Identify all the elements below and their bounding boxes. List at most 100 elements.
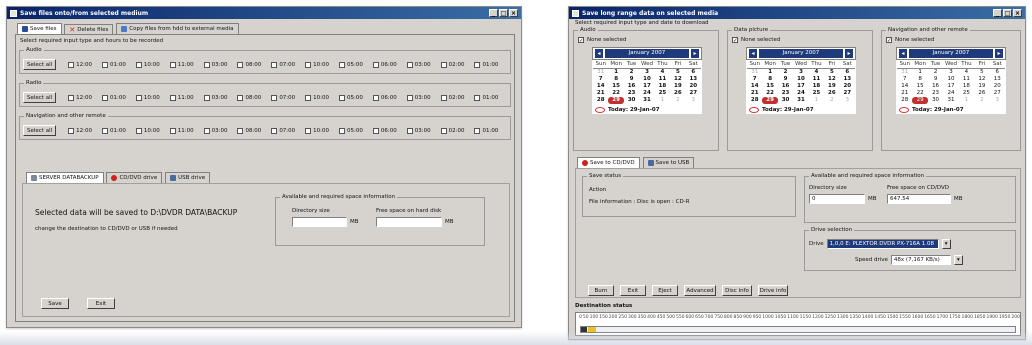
checkbox[interactable]	[203, 127, 210, 134]
time-checkbox[interactable]: 06:00	[372, 94, 397, 101]
save-button[interactable]: Save	[41, 298, 69, 309]
checkbox[interactable]	[102, 94, 109, 101]
time-checkbox[interactable]: 01:00	[102, 61, 126, 68]
time-checkbox[interactable]: 10:00	[135, 94, 160, 101]
time-checkbox[interactable]: 01:00	[474, 94, 498, 101]
checkbox[interactable]	[440, 127, 447, 134]
checkbox[interactable]	[305, 61, 312, 68]
advanced-button[interactable]: Advanced	[684, 285, 716, 296]
time-checkbox[interactable]: 07:00	[271, 94, 295, 101]
current-day[interactable]: 29	[912, 97, 928, 104]
checkbox[interactable]	[474, 127, 481, 134]
time-checkbox[interactable]: 12:00	[68, 61, 92, 68]
checkbox[interactable]	[169, 61, 176, 68]
checkbox[interactable]	[406, 127, 413, 134]
tab-save-to-usb[interactable]: Save to USB	[642, 157, 695, 168]
checkbox[interactable]	[440, 61, 447, 68]
time-checkbox[interactable]: 01:00	[474, 127, 498, 134]
none-selected-checkbox[interactable]: ✓	[886, 37, 892, 44]
tab-save-files[interactable]: Save files	[17, 23, 62, 34]
checkbox[interactable]	[135, 127, 142, 134]
today-link[interactable]: Today: 29-Jan-07	[592, 105, 702, 114]
checkbox[interactable]	[102, 61, 109, 68]
time-checkbox[interactable]: 07:00	[271, 127, 295, 134]
calendar-days[interactable]: Sun Mon Tue Wed Thu Fri Sat 31 1 2 3 4 5 6 7 8 9 10 11 12…	[746, 60, 856, 105]
checkbox[interactable]	[203, 61, 210, 68]
tab-server-databackup[interactable]: SERVER DATABACKUP	[26, 172, 104, 183]
current-day[interactable]: 29	[762, 97, 778, 104]
maximize-button[interactable]: □	[499, 9, 508, 17]
time-checkbox[interactable]: 03:00	[406, 61, 431, 68]
checkbox[interactable]	[169, 127, 176, 134]
checkbox[interactable]	[237, 127, 244, 134]
time-checkbox[interactable]: 03:00	[203, 61, 227, 68]
time-checkbox[interactable]: 12:00	[68, 127, 92, 134]
time-checkbox[interactable]: 03:00	[203, 127, 227, 134]
drive-info-button[interactable]: Drive info	[758, 285, 788, 296]
tab-copy-files[interactable]: Copy files from hdd to external media	[116, 23, 239, 34]
calendar-days[interactable]: Sun Mon Tue Wed Thu Fri Sat 31 1 2 3 4 5 6 7 8 9 10 11 12…	[592, 60, 702, 105]
none-selected-checkbox[interactable]: ✓	[578, 37, 584, 44]
time-checkbox[interactable]: 11:00	[169, 61, 194, 68]
select-all-button[interactable]: Select all	[23, 59, 57, 70]
checkbox[interactable]	[372, 94, 379, 101]
time-checkbox[interactable]: 03:00	[406, 94, 431, 101]
checkbox[interactable]	[339, 61, 346, 68]
time-checkbox[interactable]: 08:00	[237, 94, 261, 101]
next-month-button[interactable]: ▸	[691, 49, 699, 58]
time-checkbox[interactable]: 12:00	[68, 94, 92, 101]
checkbox[interactable]	[372, 127, 379, 134]
maximize-button[interactable]: □	[1003, 9, 1012, 17]
time-checkbox[interactable]: 10:00	[305, 94, 329, 101]
close-button[interactable]: ×	[509, 9, 518, 17]
checkbox[interactable]	[305, 94, 312, 101]
checkbox[interactable]	[271, 61, 278, 68]
checkbox[interactable]	[68, 61, 75, 68]
checkbox[interactable]	[68, 127, 75, 134]
checkbox[interactable]	[237, 61, 244, 68]
time-checkbox[interactable]: 10:00	[305, 61, 329, 68]
disc-info-button[interactable]: Disc info	[722, 285, 752, 296]
prev-month-button[interactable]: ◂	[749, 49, 757, 58]
free-space-field[interactable]	[376, 217, 442, 227]
time-checkbox[interactable]: 06:00	[372, 61, 397, 68]
checkbox[interactable]	[169, 94, 176, 101]
time-checkbox[interactable]: 11:00	[169, 127, 194, 134]
time-checkbox[interactable]: 05:00	[339, 127, 363, 134]
time-checkbox[interactable]: 01:00	[474, 61, 498, 68]
today-link[interactable]: Today: 29-Jan-07	[746, 105, 856, 114]
checkbox[interactable]	[372, 61, 379, 68]
dir-size-field[interactable]	[292, 217, 347, 227]
time-checkbox[interactable]: 05:00	[339, 61, 363, 68]
time-checkbox[interactable]: 06:00	[372, 127, 397, 134]
time-checkbox[interactable]: 03:00	[203, 94, 227, 101]
free-space-field[interactable]: 647.54	[887, 194, 951, 204]
checkbox[interactable]	[406, 61, 413, 68]
none-selected-checkbox[interactable]: ✓	[732, 37, 738, 44]
select-all-button[interactable]: Select all	[23, 92, 57, 103]
checkbox[interactable]	[339, 127, 346, 134]
time-checkbox[interactable]: 02:00	[440, 127, 464, 134]
checkbox[interactable]	[474, 94, 481, 101]
close-button[interactable]: ×	[1013, 9, 1022, 17]
prev-month-button[interactable]: ◂	[899, 49, 907, 58]
drive-select[interactable]: 1,0,0 E: PLEXTOR DVDR PX-716A 1.08	[826, 239, 939, 249]
next-month-button[interactable]: ▸	[845, 49, 853, 58]
select-all-button[interactable]: Select all	[23, 125, 57, 136]
dir-size-field[interactable]: 0	[809, 194, 865, 204]
checkbox[interactable]	[102, 127, 109, 134]
tab-save-to-cd-dvd[interactable]: Save to CD/DVD	[577, 157, 640, 168]
eject-button[interactable]: Eject	[652, 285, 678, 296]
speed-dropdown-button[interactable]: ▾	[953, 255, 963, 265]
calendar-days[interactable]: Sun Mon Tue Wed Thu Fri Sat 31 1 2 3 4 5 6 7 8 9 10 11 12…	[896, 60, 1006, 105]
time-checkbox[interactable]: 01:00	[102, 127, 126, 134]
time-checkbox[interactable]: 10:00	[135, 61, 160, 68]
checkbox[interactable]	[305, 127, 312, 134]
minimize-button[interactable]: _	[489, 9, 498, 17]
time-checkbox[interactable]: 11:00	[169, 94, 194, 101]
minimize-button[interactable]: _	[993, 9, 1002, 17]
checkbox[interactable]	[271, 127, 278, 134]
today-link[interactable]: Today: 29-Jan-07	[896, 105, 1006, 114]
burn-button[interactable]: Burn	[588, 285, 614, 296]
checkbox[interactable]	[440, 94, 447, 101]
